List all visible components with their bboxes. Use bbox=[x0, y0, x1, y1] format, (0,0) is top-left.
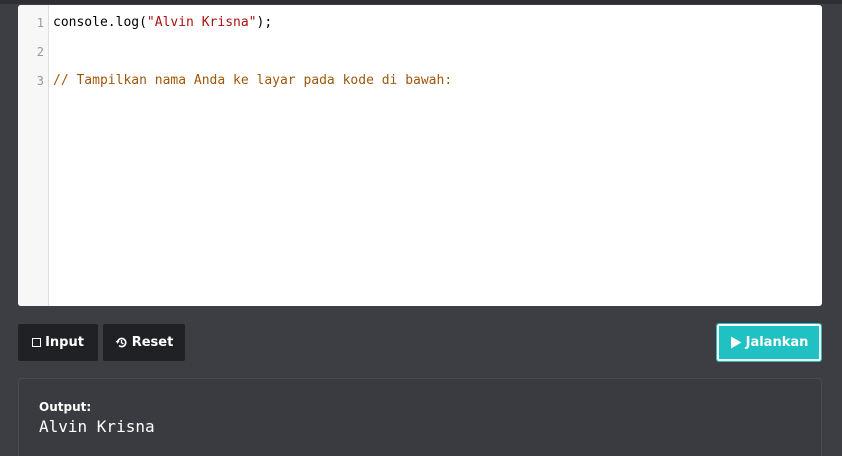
code-comment[interactable]: // Tampilkan nama Anda ke layar pada kod… bbox=[53, 72, 452, 90]
code-editor[interactable]: 1 console.log("Alvin Krisna"); 2 3 // Ta… bbox=[18, 5, 822, 306]
input-button-label: Input bbox=[45, 335, 84, 350]
reset-button[interactable]: Reset bbox=[103, 324, 185, 361]
run-button-label: Jalankan bbox=[745, 335, 809, 350]
line-number: 2 bbox=[36, 45, 44, 59]
square-icon bbox=[32, 338, 42, 347]
code-playground: 1 console.log("Alvin Krisna"); 2 3 // Ta… bbox=[0, 0, 842, 456]
top-border bbox=[0, 0, 842, 4]
code-string: "Alvin Krisna" bbox=[146, 15, 257, 30]
line-number: 1 bbox=[36, 16, 44, 30]
code-line-1[interactable]: 1 console.log("Alvin Krisna"); bbox=[18, 14, 822, 32]
input-button[interactable]: Input bbox=[18, 324, 98, 361]
code-line-3[interactable]: 3 // Tampilkan nama Anda ke layar pada k… bbox=[18, 72, 822, 90]
output-label: Output: bbox=[39, 400, 92, 414]
output-text: Alvin Krisna bbox=[39, 417, 155, 436]
code-line-2[interactable]: 2 bbox=[18, 43, 822, 61]
output-panel: Output: Alvin Krisna bbox=[18, 378, 822, 456]
history-icon bbox=[115, 336, 128, 349]
reset-button-label: Reset bbox=[131, 335, 174, 350]
play-icon bbox=[730, 336, 742, 349]
code-token: ); bbox=[256, 15, 273, 30]
line-code[interactable]: console.log("Alvin Krisna"); bbox=[53, 14, 272, 32]
run-button[interactable]: Jalankan bbox=[716, 323, 822, 362]
code-token: console.log( bbox=[53, 15, 147, 30]
line-number: 3 bbox=[36, 74, 44, 88]
